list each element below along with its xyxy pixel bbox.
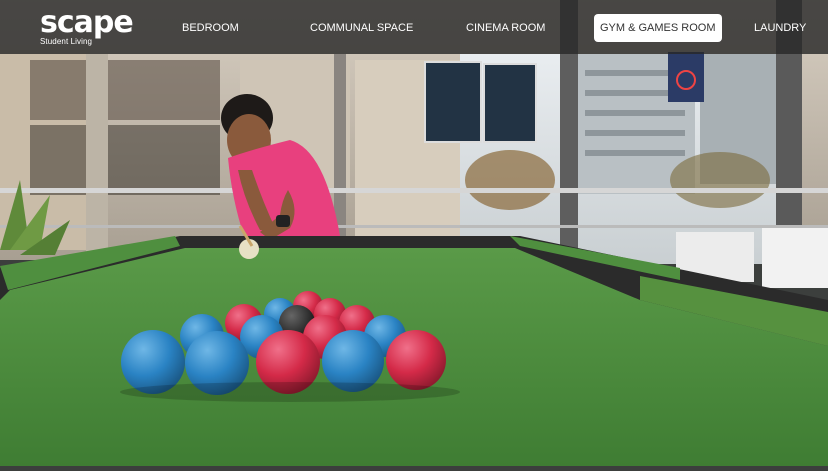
nav-item-cinema-room[interactable]: Cinema Room: [466, 0, 545, 54]
nav-item-laundry[interactable]: Laundry: [754, 0, 806, 54]
nav-item-gym-games-room[interactable]: Gym & Games Room: [594, 14, 722, 42]
nav-item-communal-space[interactable]: Communal Space: [310, 0, 413, 54]
hero-photo: [0, 0, 828, 466]
games-room-photo: [0, 0, 828, 466]
top-navigation-bar: scape Student Living Bedroom Communal Sp…: [0, 0, 828, 54]
nav-item-bedroom[interactable]: Bedroom: [182, 0, 239, 54]
logo-wordmark: scape: [40, 5, 134, 40]
scape-logo[interactable]: scape Student Living: [40, 5, 134, 46]
